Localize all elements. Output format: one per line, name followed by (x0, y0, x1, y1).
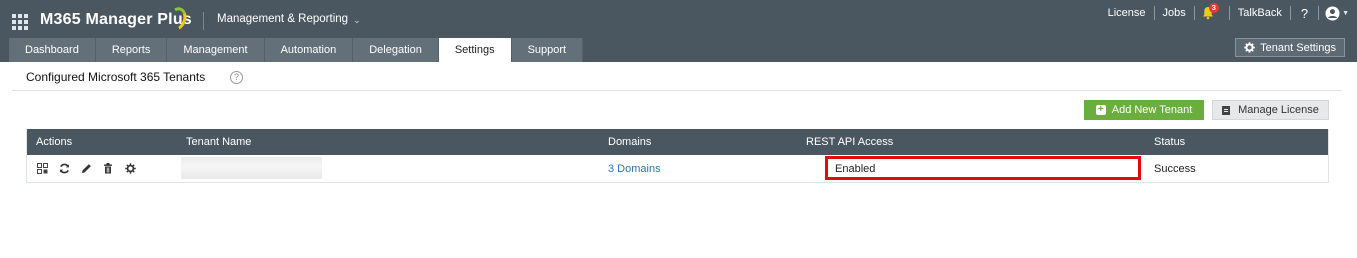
column-header-domains: Domains (608, 136, 652, 148)
table-row: 3 Domains Enabled Success (27, 155, 1328, 182)
status-value: Success (1154, 162, 1196, 175)
talkback-link[interactable]: TalkBack (1230, 7, 1290, 19)
rest-api-access-value: Enabled (835, 162, 876, 175)
manage-license-label: Manage License (1238, 104, 1319, 116)
manage-license-button[interactable]: Manage License (1212, 100, 1329, 120)
tab-management[interactable]: Management (167, 38, 265, 62)
plus-icon: + (1095, 105, 1106, 115)
user-avatar-icon (1325, 6, 1340, 20)
app-grid-icon[interactable] (12, 14, 30, 30)
top-navigation-bar: M365 Manager Plus Management & Reporting… (0, 0, 1357, 62)
table-header: Actions Tenant Name Domains REST API Acc… (27, 129, 1328, 155)
tab-reports[interactable]: Reports (95, 38, 168, 62)
tab-settings[interactable]: Settings (438, 38, 512, 62)
tenant-settings-button[interactable]: Tenant Settings (1235, 38, 1345, 57)
tenant-settings-label: Tenant Settings (1260, 41, 1336, 54)
tab-delegation[interactable]: Delegation (353, 38, 439, 62)
license-link[interactable]: License (1100, 7, 1154, 19)
chevron-down-icon: ⌄ (353, 15, 361, 25)
domains-cell: 3 Domains (608, 155, 661, 182)
notification-count-badge: 3 (1208, 3, 1219, 13)
edit-pencil-icon[interactable] (80, 163, 92, 175)
main-tabs: Dashboard Reports Management Automation … (9, 38, 584, 62)
tenant-name-redacted (181, 157, 322, 179)
add-new-tenant-label: Add New Tenant (1111, 104, 1193, 116)
column-header-tenant-name: Tenant Name (186, 136, 252, 148)
tab-automation[interactable]: Automation (264, 38, 354, 62)
column-header-rest-api-access: REST API Access (806, 136, 894, 148)
help-circle-icon[interactable]: ? (230, 71, 243, 84)
help-button[interactable]: ? (1291, 6, 1318, 21)
add-new-tenant-button[interactable]: + Add New Tenant (1084, 100, 1204, 120)
refresh-icon[interactable] (58, 163, 70, 175)
divider (203, 12, 204, 30)
management-reporting-label: Management & Reporting (217, 13, 349, 25)
license-icon (1222, 105, 1231, 115)
divider (1193, 6, 1195, 20)
domains-link[interactable]: 3 Domains (608, 163, 661, 175)
tab-support[interactable]: Support (511, 38, 584, 62)
user-menu[interactable]: ▼ (1319, 6, 1357, 21)
logo-arc-icon (164, 4, 190, 34)
jobs-link[interactable]: Jobs (1155, 7, 1194, 19)
column-header-status: Status (1154, 136, 1186, 148)
management-reporting-menu[interactable]: Management & Reporting ⌄ (217, 13, 361, 25)
delete-trash-icon[interactable] (102, 163, 114, 175)
top-right-links: License Jobs 3 TalkBack ? ▼ (1100, 0, 1357, 26)
gear-icon (1244, 42, 1255, 53)
notifications-button[interactable]: 3 (1201, 3, 1223, 22)
page-title: Configured Microsoft 365 Tenants (26, 70, 206, 84)
divider (12, 90, 1342, 91)
tenant-config-gear-icon[interactable] (124, 163, 136, 175)
tab-dashboard[interactable]: Dashboard (9, 38, 96, 62)
column-header-actions: Actions (36, 136, 73, 148)
caret-down-icon: ▼ (1342, 9, 1349, 17)
row-actions (36, 155, 136, 182)
tenant-details-icon[interactable] (36, 163, 48, 175)
tenants-table: Actions Tenant Name Domains REST API Acc… (26, 129, 1329, 183)
